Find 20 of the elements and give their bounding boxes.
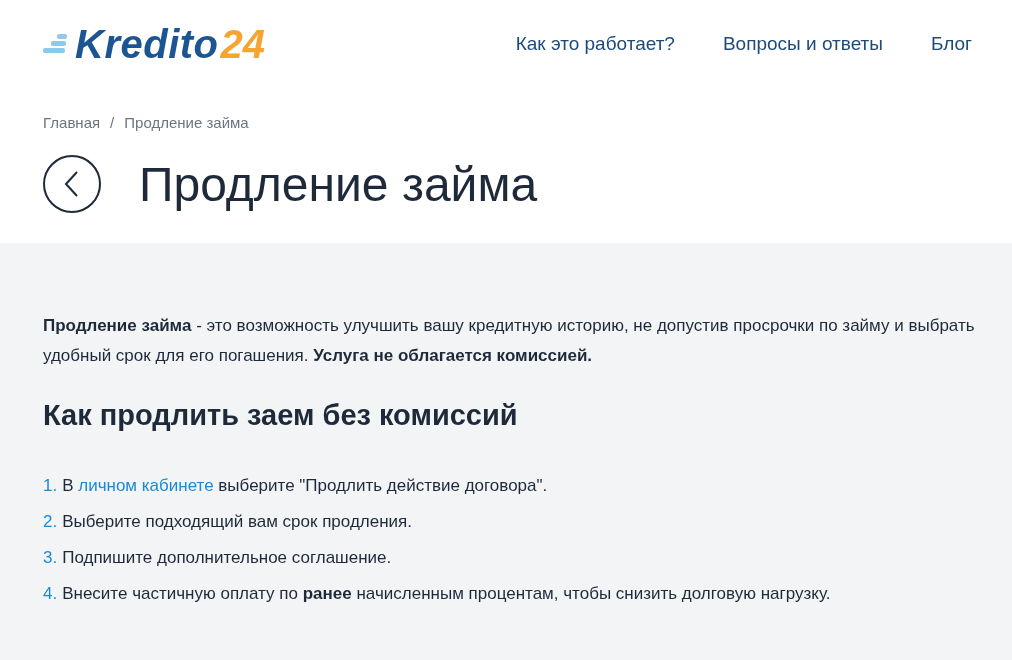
step-text: Выберите подходящий вам срок продления. — [62, 511, 412, 533]
step-text: Внесите частичную оплату по ранее начисленным процентам, чтобы снизить долговую нагрузку. — [62, 583, 831, 605]
breadcrumb-link[interactable]: Главная — [43, 114, 101, 131]
intro-paragraph: Продление займа - это возможность улучшить вашу кредитную историю, не допустив просрочки по займу и выбрать удобный срок для его погашения. Услуга не облагается комиссией. — [43, 315, 976, 367]
page-title: Продление займа — [139, 156, 538, 212]
breadcrumb-link[interactable]: Продление займа — [124, 114, 249, 131]
step-number: 4. — [43, 583, 58, 605]
breadcrumb-separator: / — [110, 114, 115, 131]
step-number: 2. — [43, 511, 58, 533]
step-text: Подпишите дополнительное соглашение. — [62, 547, 392, 569]
step-text: В личном кабинете выберите "Продлить действие договора". — [62, 475, 548, 497]
logo-wordmark: Kredito — [75, 21, 219, 67]
section-heading: Как продлить заем без комиссий — [43, 399, 519, 432]
nav-link[interactable]: Как это работает? — [515, 33, 675, 55]
logo-number: 24 — [220, 21, 265, 67]
nav-link[interactable]: Блог — [930, 33, 972, 55]
back-button[interactable] — [43, 155, 101, 213]
nav-link[interactable]: Вопросы и ответы — [722, 33, 883, 55]
step-number: 3. — [43, 547, 58, 569]
step-number: 1. — [43, 475, 58, 497]
